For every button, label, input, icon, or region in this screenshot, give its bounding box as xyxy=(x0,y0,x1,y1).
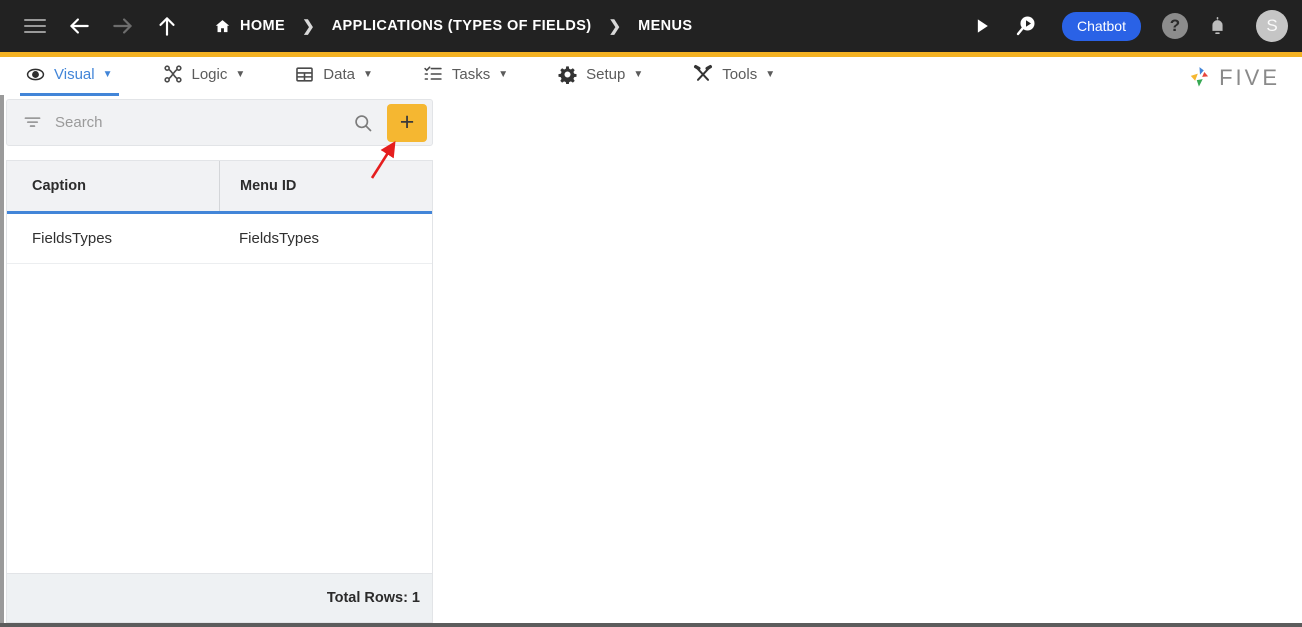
menu-item-setup[interactable]: Setup ▼ xyxy=(544,57,657,91)
tools-cross-icon xyxy=(693,64,713,84)
top-header-bar: HOME ❯ APPLICATIONS (TYPES OF FIELDS) ❯ … xyxy=(0,0,1302,52)
chevron-down-icon-logic: ▼ xyxy=(235,69,245,80)
menu-label-tools: Tools xyxy=(722,66,757,83)
five-logo: FIVE xyxy=(1187,65,1280,91)
breadcrumb-label-home: HOME xyxy=(240,18,285,34)
column-header-menu-id[interactable]: Menu ID xyxy=(219,161,432,211)
hamburger-menu-icon[interactable] xyxy=(18,9,52,43)
cell-menu-id: FieldsTypes xyxy=(219,230,432,247)
add-record-button[interactable]: + xyxy=(387,104,427,142)
total-rows-label: Total Rows: 1 xyxy=(327,590,420,606)
back-arrow-icon[interactable] xyxy=(62,9,96,43)
window-left-edge xyxy=(0,95,4,627)
chevron-down-icon-tools: ▼ xyxy=(765,69,775,80)
chatbot-button[interactable]: Chatbot xyxy=(1062,12,1141,41)
window-bottom-edge xyxy=(0,623,1302,627)
menu-item-tools[interactable]: Tools ▼ xyxy=(679,57,789,91)
table-body: FieldsTypes FieldsTypes xyxy=(7,214,432,573)
filter-icon[interactable] xyxy=(23,113,42,132)
active-tab-underline xyxy=(20,93,119,96)
table-footer: Total Rows: 1 xyxy=(7,573,432,622)
menu-item-tasks[interactable]: Tasks ▼ xyxy=(409,57,522,91)
menu-label-setup: Setup xyxy=(586,66,625,83)
search-play-icon[interactable] xyxy=(1009,9,1043,43)
search-input[interactable] xyxy=(55,114,353,131)
home-icon xyxy=(214,18,231,35)
avatar[interactable]: S xyxy=(1256,10,1288,42)
up-arrow-icon[interactable] xyxy=(150,9,184,43)
chevron-down-icon-visual: ▼ xyxy=(103,69,113,80)
search-icon[interactable] xyxy=(353,113,373,133)
chevron-down-icon-tasks: ▼ xyxy=(498,69,508,80)
breadcrumb-label-applications: APPLICATIONS (TYPES OF FIELDS) xyxy=(332,18,592,34)
breadcrumb-separator-1: ❯ xyxy=(302,17,315,35)
breadcrumb-label-menus: MENUS xyxy=(638,18,692,34)
forward-arrow-icon[interactable] xyxy=(106,9,140,43)
play-icon[interactable] xyxy=(965,9,999,43)
menus-table: Caption Menu ID FieldsTypes FieldsTypes … xyxy=(6,160,433,623)
eye-icon xyxy=(26,65,45,84)
main-menu-bar: Visual ▼ Logic ▼ xyxy=(0,57,1302,95)
menu-item-visual[interactable]: Visual ▼ xyxy=(12,57,127,91)
cell-caption: FieldsTypes xyxy=(7,230,219,247)
breadcrumb-separator-2: ❯ xyxy=(609,17,622,35)
menu-label-logic: Logic xyxy=(192,66,228,83)
menu-label-tasks: Tasks xyxy=(452,66,490,83)
header-left-group: HOME ❯ APPLICATIONS (TYPES OF FIELDS) ❯ … xyxy=(0,0,693,52)
table-row[interactable]: FieldsTypes FieldsTypes xyxy=(7,214,432,264)
menu-item-data[interactable]: Data ▼ xyxy=(281,57,387,91)
checklist-icon xyxy=(423,64,443,84)
five-logo-mark xyxy=(1187,65,1213,91)
breadcrumb-item-menus[interactable]: MENUS xyxy=(638,18,692,34)
app-window: HOME ❯ APPLICATIONS (TYPES OF FIELDS) ❯ … xyxy=(0,0,1302,627)
menu-item-logic[interactable]: Logic ▼ xyxy=(149,57,260,91)
menu-label-data: Data xyxy=(323,66,355,83)
search-bar: + xyxy=(6,99,433,146)
menu-label-visual: Visual xyxy=(54,66,95,83)
gear-icon xyxy=(558,65,577,84)
breadcrumb-item-home[interactable]: HOME xyxy=(214,18,285,35)
chevron-down-icon-setup: ▼ xyxy=(633,69,643,80)
breadcrumb-item-applications[interactable]: APPLICATIONS (TYPES OF FIELDS) xyxy=(332,18,592,34)
chevron-down-icon-data: ▼ xyxy=(363,69,373,80)
help-icon[interactable]: ? xyxy=(1162,13,1188,39)
column-header-caption[interactable]: Caption xyxy=(7,161,219,211)
five-logo-text: FIVE xyxy=(1219,65,1280,91)
breadcrumb: HOME ❯ APPLICATIONS (TYPES OF FIELDS) ❯ … xyxy=(210,17,693,35)
table-header-row: Caption Menu ID xyxy=(7,161,432,214)
logic-nodes-icon xyxy=(163,64,183,84)
header-right-group: Chatbot ? S xyxy=(965,0,1288,52)
menus-list-panel: + Caption Menu ID FieldsTypes FieldsType… xyxy=(6,99,433,623)
table-grid-icon xyxy=(295,65,314,84)
bell-icon[interactable] xyxy=(1200,9,1234,43)
